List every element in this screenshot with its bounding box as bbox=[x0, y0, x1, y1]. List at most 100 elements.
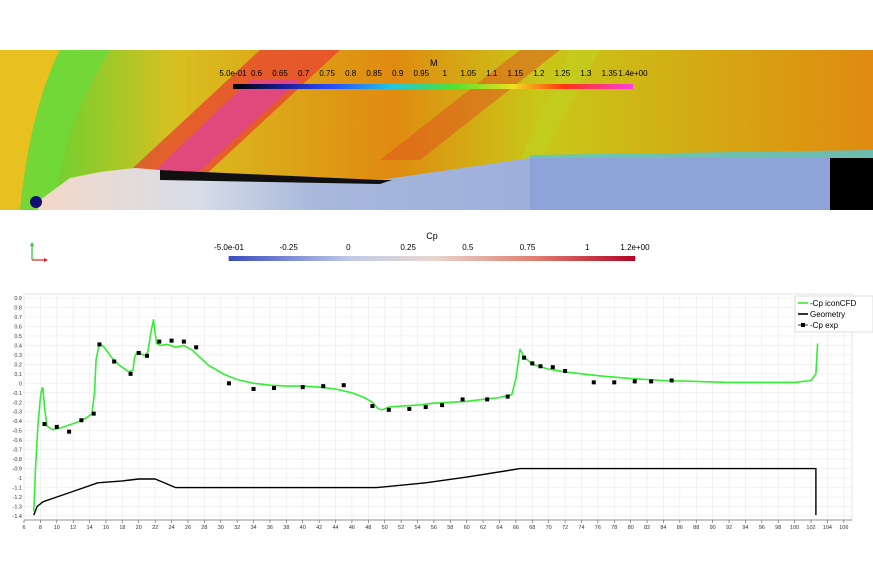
cp-tick-label: 0.75 bbox=[520, 243, 536, 252]
x-tick-label: 72 bbox=[562, 525, 568, 531]
x-tick-label: 106 bbox=[839, 525, 848, 531]
data-point-cp-exp bbox=[341, 383, 346, 388]
x-tick-label: 94 bbox=[742, 525, 748, 531]
y-tick-label: 0.3 bbox=[14, 353, 22, 359]
data-point-cp-exp bbox=[128, 371, 133, 376]
y-tick-label: -0.7 bbox=[13, 448, 22, 454]
data-point-cp-exp bbox=[612, 380, 617, 385]
y-tick-label: -0.3 bbox=[13, 410, 22, 416]
y-tick-label: -1.1 bbox=[13, 486, 22, 492]
data-point-cp-exp bbox=[386, 407, 391, 412]
data-point-cp-exp bbox=[407, 406, 412, 411]
mach-tick-label: 0.95 bbox=[413, 69, 430, 78]
x-tick-label: 54 bbox=[414, 525, 420, 531]
data-point-cp-exp bbox=[563, 368, 568, 373]
x-tick-label: 30 bbox=[218, 525, 224, 531]
mach-tick-label: 0.75 bbox=[319, 69, 335, 78]
x-tick-label: 98 bbox=[775, 525, 781, 531]
data-point-cp-exp bbox=[169, 338, 174, 343]
x-tick-label: 40 bbox=[300, 525, 306, 531]
x-tick-label: 46 bbox=[349, 525, 355, 531]
cp-tick-label: -0.25 bbox=[280, 243, 299, 252]
data-point-cp-exp bbox=[272, 386, 277, 391]
y-tick-label: -0.6 bbox=[13, 438, 22, 444]
data-point-cp-exp bbox=[97, 342, 102, 347]
mach-colorbar-ticks: 5.0e-01 0.6 0.65 0.7 0.75 0.8 0.85 0.9 0.95 1 1.05… bbox=[0, 69, 873, 81]
data-point-cp-exp bbox=[591, 380, 596, 385]
x-tick-label: 90 bbox=[710, 525, 716, 531]
legend-label: -Cp exp bbox=[810, 321, 839, 330]
mach-tick-label: 1.15 bbox=[507, 69, 524, 78]
data-point-cp-exp bbox=[181, 339, 186, 344]
x-tick-label: 60 bbox=[464, 525, 470, 531]
data-point-cp-exp bbox=[522, 355, 527, 360]
y-tick-label: -1.4 bbox=[13, 514, 22, 520]
x-tick-label: 52 bbox=[398, 525, 404, 531]
x-tick-label: 20 bbox=[136, 525, 142, 531]
x-tick-label: 92 bbox=[726, 525, 732, 531]
mach-tick-label: 1.35 bbox=[601, 69, 618, 78]
mach-tick-label: 1.1 bbox=[486, 69, 498, 78]
x-tick-label: 76 bbox=[595, 525, 601, 531]
y-tick-label: 0.8 bbox=[14, 305, 22, 311]
x-tick-label: 38 bbox=[283, 525, 289, 531]
x-tick-label: 62 bbox=[480, 525, 486, 531]
data-point-cp-exp bbox=[460, 397, 465, 402]
x-tick-label: 18 bbox=[119, 525, 125, 531]
x-tick-label: 6 bbox=[22, 525, 25, 531]
x-tick-label: 26 bbox=[185, 525, 191, 531]
mach-tick-label: 0.65 bbox=[272, 69, 288, 78]
data-point-cp-exp bbox=[226, 381, 231, 386]
cp-line-chart: 0.9 0.8 0.7 0.6 0.5 0.4 0.3 0.2 0.1 0 -0.1 -0.2 -0.3… bbox=[13, 293, 873, 531]
data-point-cp-exp bbox=[440, 403, 445, 408]
legend-swatch bbox=[801, 323, 805, 327]
data-point-cp-exp bbox=[136, 350, 141, 355]
y-tick-label: -0.8 bbox=[13, 457, 22, 463]
plot-area bbox=[23, 293, 853, 521]
mach-tick-label: 0.7 bbox=[298, 69, 310, 78]
mach-tick-label: 5.0e-01 bbox=[219, 69, 247, 78]
x-tick-label: 86 bbox=[677, 525, 683, 531]
cp-tick-label: 1 bbox=[585, 243, 590, 252]
x-tick-label: 58 bbox=[447, 525, 453, 531]
mach-tick-label: 1 bbox=[442, 69, 447, 78]
mach-tick-label: 0.8 bbox=[345, 69, 357, 78]
x-tick-label: 74 bbox=[578, 525, 584, 531]
legend-label: Geometry bbox=[810, 310, 845, 319]
y-tick-label: -0.5 bbox=[13, 429, 22, 435]
y-tick-label: -1 bbox=[17, 476, 22, 482]
y-tick-label: -0.2 bbox=[13, 400, 22, 406]
y-tick-label: -0.4 bbox=[13, 419, 22, 425]
y-tick-label: 0.9 bbox=[14, 296, 22, 302]
mach-tick-label: 0.6 bbox=[250, 69, 263, 78]
x-tick-label: 102 bbox=[806, 525, 815, 531]
chart-legend: -Cp iconCFD Geometry -Cp exp bbox=[794, 295, 873, 333]
mach-tick-label: 1.2 bbox=[533, 69, 545, 78]
data-point-cp-exp bbox=[485, 397, 490, 402]
data-point-cp-exp bbox=[423, 405, 428, 409]
data-point-cp-exp bbox=[505, 394, 510, 399]
x-tick-label: 16 bbox=[103, 525, 109, 531]
y-tick-label: 0.4 bbox=[14, 343, 22, 349]
y-tick-label: 0.2 bbox=[14, 362, 22, 368]
x-tick-label: 56 bbox=[431, 525, 437, 531]
data-point-cp-exp bbox=[67, 429, 72, 434]
y-tick-label: 0 bbox=[19, 381, 22, 387]
x-tick-label: 88 bbox=[693, 525, 699, 531]
x-tick-label: 84 bbox=[660, 525, 666, 531]
y-tick-label: -0.9 bbox=[13, 467, 22, 473]
x-tick-label: 8 bbox=[39, 525, 42, 531]
x-tick-label: 50 bbox=[382, 525, 388, 531]
mach-colorbar-title: M bbox=[430, 58, 438, 68]
y-tick-label: 0.5 bbox=[14, 334, 22, 340]
data-point-cp-exp bbox=[321, 384, 326, 389]
x-tick-label: 34 bbox=[250, 525, 256, 531]
data-point-cp-exp bbox=[550, 365, 555, 370]
data-point-cp-exp bbox=[530, 361, 535, 366]
cp-tick-label: 0 bbox=[346, 243, 351, 252]
data-point-cp-exp bbox=[91, 411, 96, 416]
data-point-cp-exp bbox=[370, 404, 375, 409]
mach-tick-label: 1.05 bbox=[460, 69, 477, 78]
x-tick-label: 82 bbox=[644, 525, 650, 531]
data-point-cp-exp bbox=[112, 359, 117, 364]
